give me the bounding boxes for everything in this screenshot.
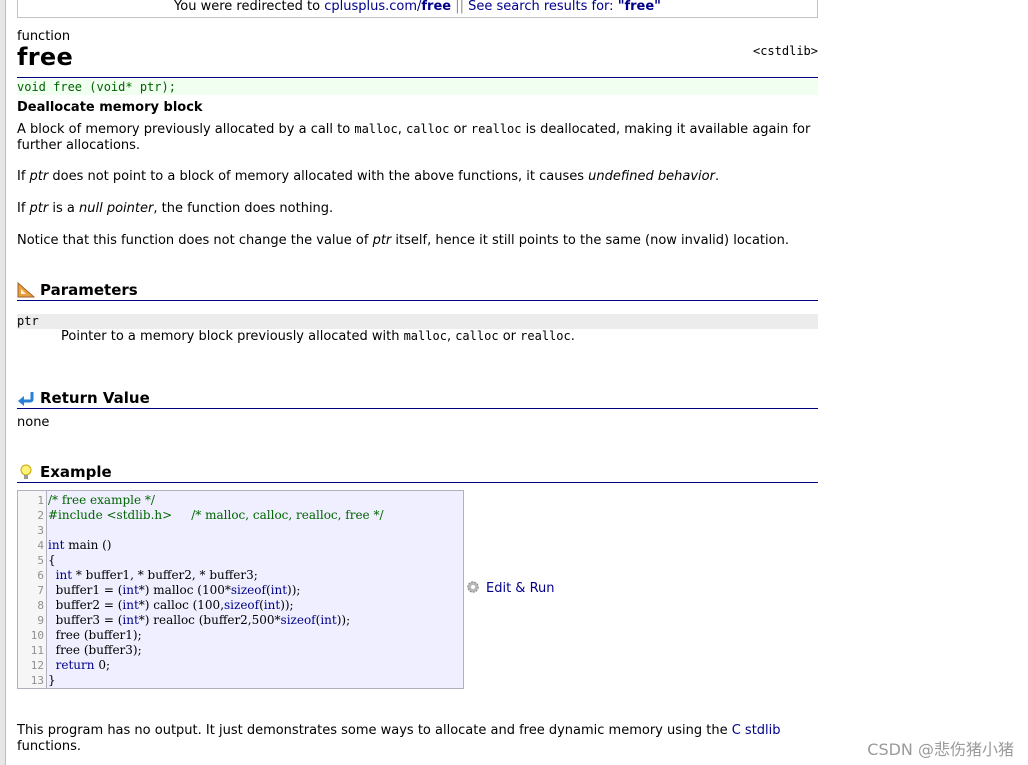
window-left-edge xyxy=(0,0,6,765)
malloc-ref: malloc xyxy=(354,122,398,136)
ptr-term: ptr xyxy=(372,233,392,248)
text: functions. xyxy=(17,739,82,754)
line-number: 2 xyxy=(37,509,44,522)
text: does not point to a block of memory allo… xyxy=(48,169,589,184)
text: . xyxy=(714,169,720,184)
code-line: buffer2 = (int*) calloc (100,sizeof(int)… xyxy=(48,598,294,612)
description-paragraph-1: A block of memory previously allocated b… xyxy=(17,121,818,154)
edit-run-link[interactable]: Edit & Run xyxy=(466,580,555,596)
text: A block of memory previously allocated b… xyxy=(17,122,355,137)
code-line: int main () xyxy=(48,538,112,552)
lightbulb-icon xyxy=(20,464,32,479)
csdn-watermark: CSDN @悲伤猪小猪 xyxy=(867,740,1014,759)
text: If xyxy=(17,201,30,216)
search-prefix: See search results for: xyxy=(468,0,618,14)
edit-run-label: Edit & Run xyxy=(486,581,555,596)
set-square-icon xyxy=(17,282,35,298)
code-line: } xyxy=(48,673,56,687)
return-value-heading: Return Value xyxy=(40,389,150,407)
title-rule xyxy=(17,77,818,78)
return-arrow-icon xyxy=(18,392,34,406)
summary-title: Deallocate memory block xyxy=(17,100,203,115)
text: Pointer to a memory block previously all… xyxy=(61,329,404,344)
malloc-ref: malloc xyxy=(403,329,447,343)
entry-kind: function xyxy=(17,29,71,44)
line-number: 3 xyxy=(37,524,44,537)
example-code[interactable]: 1 2 3 4 5 6 7 8 9 10 11 12 13 /* free ex… xyxy=(17,490,464,689)
text: This program has no output. It just demo… xyxy=(17,723,732,738)
realloc-ref: realloc xyxy=(520,329,571,343)
line-number: 1 xyxy=(37,494,44,507)
text: , xyxy=(446,329,456,344)
line-number: 8 xyxy=(37,599,44,612)
line-number: 5 xyxy=(37,554,44,567)
description-paragraph-4: Notice that this function does not chang… xyxy=(17,233,818,249)
line-number: 10 xyxy=(30,629,44,642)
undefined-behavior-term: undefined behavior xyxy=(588,169,715,184)
null-pointer-term: null pointer xyxy=(79,201,154,216)
function-name: free xyxy=(17,43,74,71)
code-line: /* free example */ xyxy=(48,493,155,507)
code-line: buffer3 = (int*) realloc (buffer2,500*si… xyxy=(48,613,351,627)
redirect-notice: You were redirected to cplusplus.com/fre… xyxy=(17,0,818,18)
search-term: "free" xyxy=(617,0,661,14)
text: , the function does nothing. xyxy=(153,201,334,216)
code-line: free (buffer1); xyxy=(48,628,142,642)
code-line: { xyxy=(48,553,56,567)
text: . xyxy=(570,329,575,344)
redirect-site: cplusplus.com/ xyxy=(324,0,422,14)
text: or xyxy=(498,329,521,344)
code-line: return 0; xyxy=(55,658,110,672)
line-number: 9 xyxy=(37,614,44,627)
ptr-term: ptr xyxy=(29,169,49,184)
example-heading: Example xyxy=(40,463,112,481)
ptr-term: ptr xyxy=(29,201,49,216)
code-line: free (buffer3); xyxy=(48,643,142,657)
return-value-section-header: Return Value xyxy=(17,389,818,409)
calloc-ref: calloc xyxy=(405,122,450,136)
parameters-heading: Parameters xyxy=(40,281,138,299)
line-number: 4 xyxy=(37,539,44,552)
code-line: int * buffer1, * buffer2, * buffer3; xyxy=(55,568,258,582)
line-number-gutter: 1 2 3 4 5 6 7 8 9 10 11 12 13 xyxy=(18,491,47,688)
text: is a xyxy=(48,201,79,216)
redirect-prefix: You were redirected to xyxy=(174,0,325,14)
header-name: <cstdlib> xyxy=(752,44,818,58)
text: If xyxy=(17,169,30,184)
text: itself, hence it still points to the sam… xyxy=(391,233,789,248)
line-number: 13 xyxy=(30,674,44,687)
return-value-text: none xyxy=(17,415,50,430)
gear-icon xyxy=(467,581,479,593)
redirect-link[interactable]: cplusplus.com/free xyxy=(324,0,451,14)
search-results-link[interactable]: See search results for: "free" xyxy=(468,0,661,14)
text: or xyxy=(449,122,471,137)
example-section-header: Example xyxy=(17,463,818,483)
text: , xyxy=(397,122,406,137)
realloc-ref: realloc xyxy=(470,122,522,136)
redirect-separator: || xyxy=(455,0,464,14)
line-number: 11 xyxy=(30,644,44,657)
text: Notice that this function does not chang… xyxy=(17,233,373,248)
parameter-name: ptr xyxy=(17,314,818,329)
c-stdlib-link[interactable]: C stdlib xyxy=(732,723,781,738)
line-number: 12 xyxy=(30,659,44,672)
line-number: 6 xyxy=(37,569,44,582)
description-paragraph-2: If ptr does not point to a block of memo… xyxy=(17,169,818,185)
description-paragraph-3: If ptr is a null pointer, the function d… xyxy=(17,201,818,217)
example-output-note: This program has no output. It just demo… xyxy=(17,723,818,755)
line-number: 7 xyxy=(37,584,44,597)
calloc-ref: calloc xyxy=(455,329,499,343)
prototype: void free (void* ptr); xyxy=(17,79,818,95)
code-line: #include <stdlib.h> /* malloc, calloc, r… xyxy=(48,508,384,522)
parameter-description: Pointer to a memory block previously all… xyxy=(61,329,575,344)
code-line: buffer1 = (int*) malloc (100*sizeof(int)… xyxy=(48,583,301,597)
parameters-section-header: Parameters xyxy=(17,281,818,301)
redirect-page: free xyxy=(421,0,452,14)
